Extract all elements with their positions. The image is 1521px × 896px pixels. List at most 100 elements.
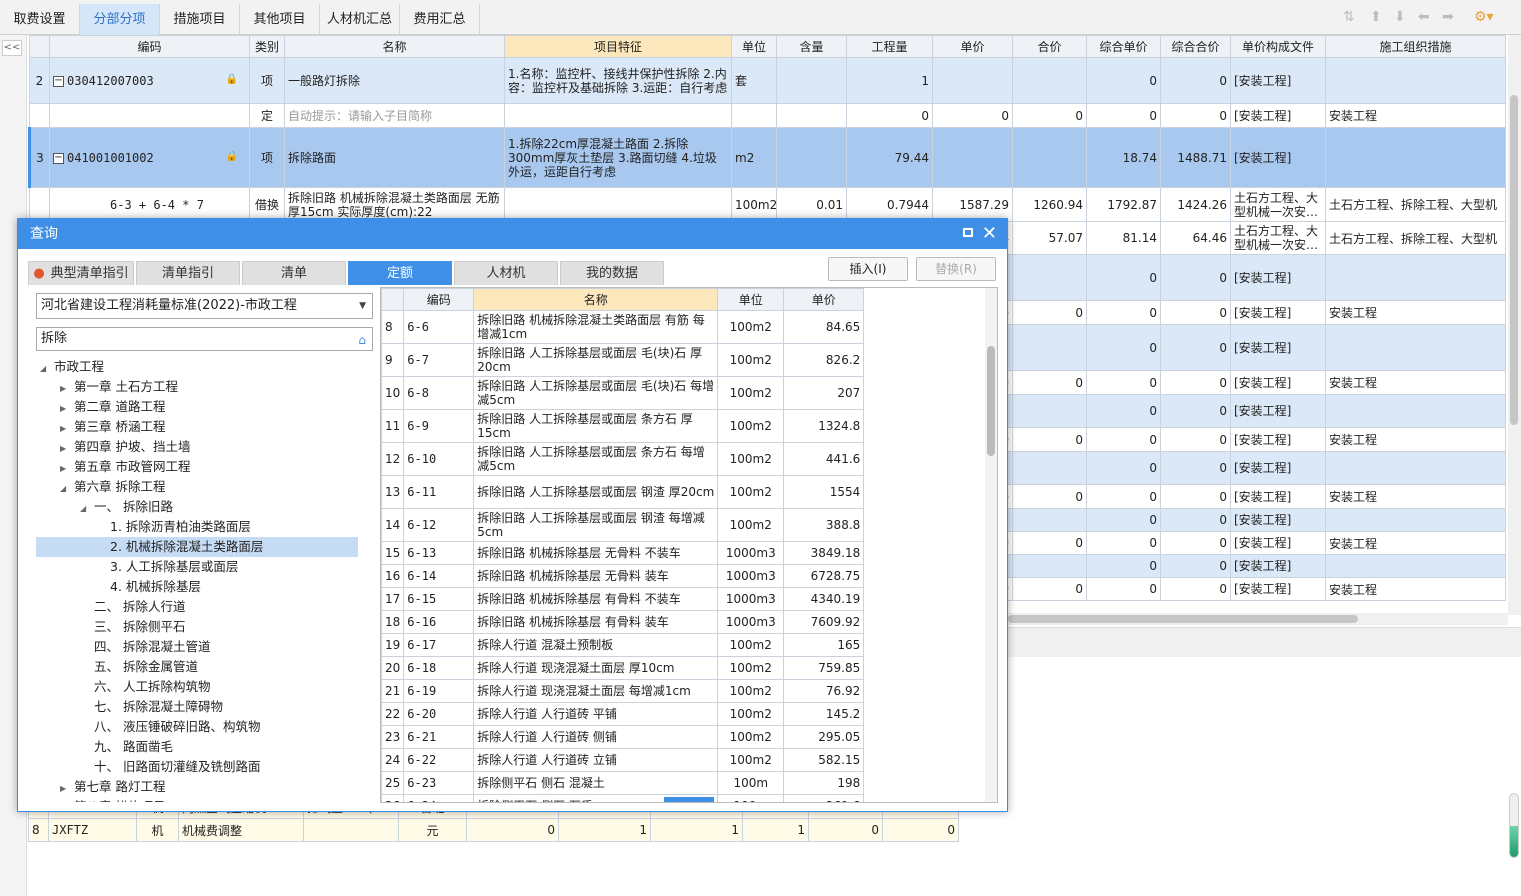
quota-cell-price[interactable]: 198 xyxy=(783,771,865,795)
quota-cell-price[interactable]: 826.2 xyxy=(783,343,865,377)
cell-ctotal[interactable]: 0 xyxy=(1160,484,1231,509)
cell-type[interactable]: 定 xyxy=(249,103,285,128)
grid-header[interactable]: 含量 xyxy=(776,35,847,58)
quota-cell-price[interactable]: 1324.8 xyxy=(783,409,865,443)
cell-file[interactable]: [安装工程] xyxy=(1230,254,1326,301)
cell-file[interactable]: [安装工程] xyxy=(1230,451,1326,485)
cell-ctotal[interactable]: 0 xyxy=(1160,451,1231,485)
cell-cprice[interactable]: 0 xyxy=(1086,57,1161,104)
cell-total[interactable] xyxy=(1012,508,1087,532)
cell-cprice[interactable]: 0 xyxy=(1086,103,1161,128)
cell-org[interactable]: 安装工程 xyxy=(1325,577,1506,601)
cell-ctotal[interactable]: 0 xyxy=(1160,577,1231,601)
cell-ctotal[interactable]: 0 xyxy=(1160,324,1231,371)
resource-cell-type[interactable]: 机 xyxy=(136,818,179,842)
tree-node[interactable]: 四、 拆除混凝土管道 xyxy=(36,637,356,657)
replace-button[interactable]: 替换(R) xyxy=(916,257,996,281)
resource-cell-c[interactable]: 1 xyxy=(650,818,743,842)
quota-cell-code[interactable]: 6-11 xyxy=(403,475,475,509)
cell-cprice[interactable]: 0 xyxy=(1086,508,1161,532)
quota-cell-name[interactable]: 拆除旧路 人工拆除基层或面层 条方石 厚15cm xyxy=(473,409,719,443)
detail-splitter[interactable] xyxy=(1008,627,1521,657)
tree-node[interactable]: 五、 拆除金属管道 xyxy=(36,657,356,677)
cell-qty[interactable]: 0.7944 xyxy=(846,187,933,222)
column-settings-icon[interactable]: ⇅ xyxy=(1343,9,1355,25)
quota-cell-code[interactable]: 6-6 xyxy=(403,310,475,344)
quota-cell-unit[interactable]: 100m xyxy=(717,794,785,802)
tree-node[interactable]: ▶ 第五章 市政管网工程 xyxy=(36,457,356,477)
dialog-tab[interactable]: 清单 xyxy=(242,261,346,285)
move-left-icon[interactable]: ⬅ xyxy=(1418,9,1430,25)
quota-row[interactable]: 15 6-13 拆除旧路 机械拆除基层 无骨料 不装车 1000m3 3849.18 xyxy=(381,541,865,565)
collapse-node-icon[interactable]: − xyxy=(53,75,64,87)
quota-cell-unit[interactable]: 100m2 xyxy=(717,442,785,476)
cell-content[interactable] xyxy=(776,57,847,104)
cell-org[interactable]: 安装工程 xyxy=(1325,484,1506,509)
top-tab[interactable]: 其他项目 xyxy=(240,4,320,35)
collapse-button[interactable]: << xyxy=(2,40,22,56)
quota-cell-n[interactable]: 22 xyxy=(381,702,405,726)
cell-file[interactable]: [安装工程] xyxy=(1230,300,1326,325)
dialog-tab[interactable]: 清单指引 xyxy=(136,261,240,285)
quota-cell-price[interactable]: 582.15 xyxy=(783,748,865,772)
quota-cell-name[interactable]: 拆除人行道 人行道砖 侧铺 xyxy=(473,725,719,749)
quota-row[interactable]: 25 6-23 拆除侧平石 侧石 混凝土 100m 198 xyxy=(381,771,865,795)
search-input[interactable]: 拆除 ⌂ xyxy=(36,327,373,351)
cell-content[interactable]: 0.01 xyxy=(776,187,847,222)
quota-cell-n[interactable]: 12 xyxy=(381,442,405,476)
quota-cell-unit[interactable]: 100m2 xyxy=(717,656,785,680)
tree-arrow-icon[interactable]: ▶ xyxy=(60,439,74,459)
quota-cell-price[interactable]: 6728.75 xyxy=(783,564,865,588)
quota-cell-n[interactable]: 16 xyxy=(381,564,405,588)
cell-unit[interactable] xyxy=(731,103,777,128)
cell-org[interactable] xyxy=(1325,324,1506,371)
tree-arrow-icon[interactable]: ▶ xyxy=(60,419,74,439)
resource-row[interactable]: 8 JXFTZ 机机械费调整元 0 1 1 1 0 0 xyxy=(28,818,959,842)
cell-file[interactable]: [安装工程] xyxy=(1230,57,1326,104)
tree-arrow-icon[interactable]: ◢ xyxy=(40,359,54,379)
quota-cell-n[interactable]: 13 xyxy=(381,475,405,509)
cell-qty[interactable]: 1 xyxy=(846,57,933,104)
tree-node[interactable]: 1. 拆除沥青柏油类路面层 xyxy=(36,517,356,537)
cell-cprice[interactable]: 0 xyxy=(1086,300,1161,325)
quota-cell-code[interactable]: 6-14 xyxy=(403,564,475,588)
resource-cell-b[interactable]: 1 xyxy=(558,818,651,842)
quota-cell-price[interactable]: 388.8 xyxy=(783,508,865,542)
quota-cell-name[interactable]: 拆除旧路 机械拆除基层 有骨料 不装车 xyxy=(473,587,719,611)
cell-cprice[interactable]: 0 xyxy=(1086,554,1161,578)
close-icon[interactable]: ✕ xyxy=(982,219,997,249)
quota-cell-n[interactable]: 24 xyxy=(381,748,405,772)
cell-content[interactable] xyxy=(776,127,847,188)
grid-header[interactable]: 编码 xyxy=(49,35,250,58)
cell-ctotal[interactable]: 0 xyxy=(1160,554,1231,578)
quota-cell-code[interactable]: 6-17 xyxy=(403,633,475,657)
cell-org[interactable]: 土石方工程、拆除工程、大型机 xyxy=(1325,187,1506,222)
quota-row[interactable]: 22 6-20 拆除人行道 人行道砖 平铺 100m2 145.2 xyxy=(381,702,865,726)
quota-cell-code[interactable]: 6-9 xyxy=(403,409,475,443)
cell-org[interactable]: 土石方工程、拆除工程、大型机 xyxy=(1325,221,1506,255)
quota-row[interactable]: 20 6-18 拆除人行道 现浇混凝土面层 厚10cm 100m2 759.85 xyxy=(381,656,865,680)
cell-cprice[interactable]: 0 xyxy=(1086,484,1161,509)
cell-org[interactable] xyxy=(1325,554,1506,578)
quota-cell-name[interactable]: 拆除旧路 机械拆除基层 有骨料 装车 xyxy=(473,610,719,634)
quota-cell-n[interactable]: 25 xyxy=(381,771,405,795)
resource-cell-e[interactable]: 0 xyxy=(808,818,883,842)
cell-name[interactable]: 拆除旧路 机械拆除混凝土类路面层 无筋 厚15cm 实际厚度(cm):22 xyxy=(284,187,505,222)
cell-qty[interactable]: 0 xyxy=(846,103,933,128)
resource-cell-unit[interactable]: 元 xyxy=(398,818,467,842)
cell-total[interactable] xyxy=(1012,127,1087,188)
cell-file[interactable]: [安装工程] xyxy=(1230,508,1326,532)
tree-node[interactable]: ▶ 第二章 道路工程 xyxy=(36,397,356,417)
cell-cprice[interactable]: 0 xyxy=(1086,254,1161,301)
tree-node[interactable]: ▶ 第四章 护坡、挡土墙 xyxy=(36,437,356,457)
cell-org[interactable] xyxy=(1325,57,1506,104)
cell-cprice[interactable]: 81.14 xyxy=(1086,221,1161,255)
quota-cell-code[interactable]: 6-15 xyxy=(403,587,475,611)
quota-cell-name[interactable]: 拆除旧路 机械拆除混凝土类路面层 有筋 每增减1cm xyxy=(473,310,719,344)
dialog-tab[interactable]: 我的数据 xyxy=(560,261,664,285)
quota-row[interactable]: 8 6-6 拆除旧路 机械拆除混凝土类路面层 有筋 每增减1cm 100m2 84.65 xyxy=(381,310,865,344)
grid-vertical-scrollbar[interactable] xyxy=(1508,35,1521,615)
quota-cell-price[interactable]: 295.05 xyxy=(783,725,865,749)
quota-row[interactable]: 10 6-8 拆除旧路 人工拆除基层或面层 毛(块)石 每增减5cm 100m2 207 xyxy=(381,376,865,410)
quota-row[interactable]: 24 6-22 拆除人行道 人行道砖 立铺 100m2 582.15 xyxy=(381,748,865,772)
